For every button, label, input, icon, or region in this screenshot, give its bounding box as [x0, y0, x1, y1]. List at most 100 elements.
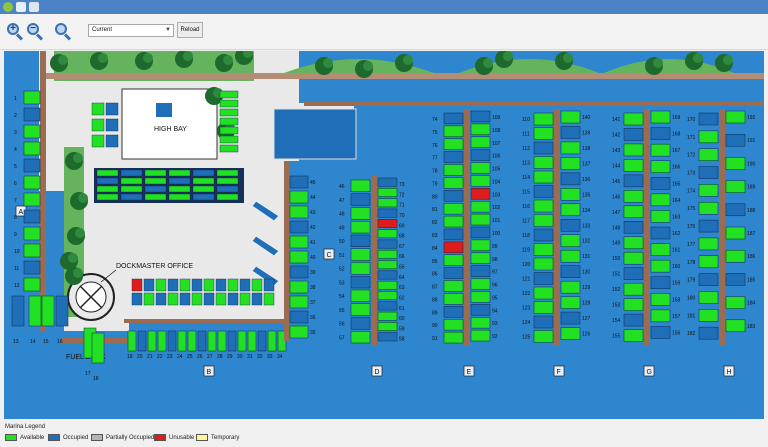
slip-169[interactable]	[650, 110, 671, 124]
slip-188[interactable]	[725, 203, 746, 217]
slip-171[interactable]	[698, 130, 719, 144]
slip-153[interactable]	[623, 298, 644, 311]
slip-2[interactable]	[23, 107, 41, 122]
slip-50[interactable]	[350, 234, 371, 247]
slip-185[interactable]	[725, 273, 746, 286]
slip-68[interactable]	[377, 229, 398, 239]
slip-83[interactable]	[443, 228, 464, 241]
slip-1[interactable]	[23, 90, 41, 105]
slip-91[interactable]	[443, 331, 464, 344]
reload-button[interactable]: Reload	[177, 22, 203, 38]
slip-102[interactable]	[470, 200, 491, 213]
slip-53[interactable]	[350, 276, 371, 289]
slip-131[interactable]	[560, 249, 581, 263]
rack-space[interactable]	[91, 118, 105, 132]
slip-3[interactable]	[23, 124, 41, 139]
slip-155[interactable]	[623, 329, 644, 342]
rack-space[interactable]	[215, 278, 227, 292]
slip-122[interactable]	[533, 286, 554, 300]
slip-81[interactable]	[443, 202, 464, 215]
slip-179[interactable]	[698, 273, 719, 286]
slip-168[interactable]	[650, 127, 671, 140]
slip-72[interactable]	[377, 188, 398, 197]
slip-181[interactable]	[698, 309, 719, 322]
slip-97[interactable]	[470, 265, 491, 277]
slip-148[interactable]	[623, 221, 644, 234]
slip-43[interactable]	[289, 205, 309, 219]
rack-space[interactable]	[179, 292, 191, 306]
rack-space[interactable]	[219, 126, 239, 135]
slip-187[interactable]	[725, 226, 746, 240]
rack-space[interactable]	[96, 193, 119, 201]
slip-176[interactable]	[698, 219, 719, 233]
rack-space[interactable]	[203, 292, 215, 306]
slip-152[interactable]	[623, 282, 644, 296]
slip-127[interactable]	[560, 311, 581, 325]
slip-49[interactable]	[350, 221, 371, 234]
slip-163[interactable]	[650, 210, 671, 223]
slip-38[interactable]	[289, 280, 309, 294]
slip-75[interactable]	[443, 125, 464, 138]
rack-space[interactable]	[239, 292, 251, 306]
rack-space[interactable]	[168, 193, 191, 201]
rack-space[interactable]	[192, 193, 215, 201]
rack-space[interactable]	[120, 193, 143, 201]
slip-156[interactable]	[650, 326, 671, 339]
rack-space[interactable]	[120, 185, 143, 193]
slip-159[interactable]	[650, 276, 671, 289]
slip-167[interactable]	[650, 143, 671, 157]
slip-151[interactable]	[623, 267, 644, 280]
slip-11[interactable]	[23, 260, 41, 275]
slip-59[interactable]	[377, 322, 398, 331]
slip-150[interactable]	[623, 251, 644, 265]
slip-36[interactable]	[289, 310, 309, 324]
marina-map[interactable]: HIGH BAY DOCKMASTER OFFICE FUEL DOCK ABC…	[4, 51, 764, 419]
slip-45[interactable]	[289, 175, 309, 189]
slip-172[interactable]	[698, 148, 719, 161]
rack-space[interactable]	[192, 185, 215, 193]
slip-18[interactable]	[91, 332, 105, 364]
slip-114[interactable]	[533, 170, 554, 184]
slip-118[interactable]	[533, 228, 554, 242]
slip-145[interactable]	[623, 174, 644, 188]
rack-space[interactable]	[192, 169, 215, 177]
slip-67[interactable]	[377, 239, 398, 249]
rack-space[interactable]	[251, 278, 263, 292]
slip-128[interactable]	[560, 296, 581, 309]
slip-134[interactable]	[560, 203, 581, 217]
slip-149[interactable]	[623, 236, 644, 249]
rack-space[interactable]	[105, 102, 119, 116]
slip-146[interactable]	[623, 190, 644, 203]
slip-101[interactable]	[470, 213, 491, 226]
rack-space[interactable]	[227, 278, 239, 292]
zoom-out-button[interactable]: −	[26, 22, 44, 41]
slip-100[interactable]	[470, 226, 491, 239]
slip-63[interactable]	[377, 280, 398, 290]
slip-139[interactable]	[560, 126, 581, 139]
slip-154[interactable]	[623, 313, 644, 327]
slip-137[interactable]	[560, 157, 581, 170]
save-icon[interactable]	[16, 2, 26, 12]
slip-15[interactable]	[41, 295, 55, 327]
rack-space[interactable]	[219, 90, 239, 99]
rack-space[interactable]	[144, 169, 167, 177]
slip-56[interactable]	[350, 317, 371, 330]
slip-162[interactable]	[650, 226, 671, 240]
slip-104[interactable]	[470, 175, 491, 187]
slip-25[interactable]	[187, 330, 197, 352]
rack-space[interactable]	[96, 177, 119, 185]
slip-30[interactable]	[237, 330, 247, 352]
rack-space[interactable]	[91, 134, 105, 148]
rack-space[interactable]	[239, 278, 251, 292]
rack-space[interactable]	[96, 185, 119, 193]
slip-147[interactable]	[623, 205, 644, 219]
rack-space[interactable]	[168, 185, 191, 193]
view-select[interactable]: Current ▼	[88, 24, 174, 37]
rack-space[interactable]	[168, 169, 191, 177]
slip-7[interactable]	[23, 192, 41, 207]
slip-70[interactable]	[377, 208, 398, 218]
slip-191[interactable]	[725, 133, 746, 147]
slip-31[interactable]	[247, 330, 257, 352]
rack-space[interactable]	[203, 278, 215, 292]
slip-47[interactable]	[350, 193, 371, 206]
